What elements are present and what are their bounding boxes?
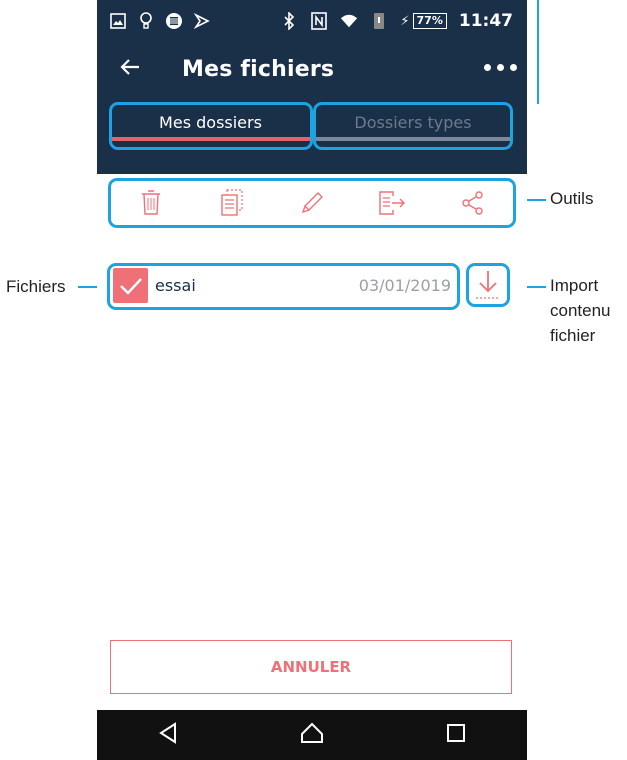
callout-line-tab2	[537, 0, 539, 104]
dot-icon	[497, 64, 504, 71]
highlight-tab2	[313, 102, 513, 150]
annotation-outils: Outils	[550, 189, 594, 208]
system-nav-bar	[97, 710, 527, 760]
sim-icon	[370, 10, 388, 32]
cast-icon	[193, 10, 211, 32]
annotation-import-line3: fichier	[550, 326, 596, 345]
square-recents-icon	[447, 724, 465, 742]
app-bar: Mes fichiers	[97, 46, 527, 98]
image-icon	[109, 10, 127, 32]
tab-bar: Mes dossiers Dossiers types	[97, 98, 527, 174]
annotation-import-line2: contenu	[550, 301, 611, 320]
annotation-fichiers: Fichiers	[6, 277, 66, 296]
highlight-file	[107, 263, 460, 310]
nfc-icon	[310, 10, 328, 32]
phone-screen: ⚡ 77% 11:47 Mes fichiers Mes dossiers Do…	[97, 0, 527, 760]
annotation-import-line1: Import	[550, 276, 599, 295]
charging-icon: ⚡	[400, 13, 410, 29]
highlight-tab1	[109, 102, 313, 150]
status-bar: ⚡ 77% 11:47	[97, 0, 527, 46]
battery-percent: 77%	[412, 13, 447, 29]
cancel-button[interactable]: ANNULER	[110, 640, 512, 694]
battery-indicator: ⚡ 77%	[400, 13, 447, 29]
dot-icon	[510, 64, 517, 71]
back-button[interactable]	[119, 56, 141, 84]
triangle-back-icon	[159, 722, 176, 744]
clock: 11:47	[458, 11, 513, 31]
lightbulb-icon	[137, 10, 155, 32]
nav-recents-button[interactable]	[446, 723, 466, 747]
wifi-icon	[340, 10, 358, 32]
home-icon	[301, 722, 323, 743]
arrow-left-icon	[120, 59, 139, 75]
nav-back-button[interactable]	[158, 722, 178, 748]
overflow-menu-button[interactable]	[484, 64, 517, 71]
dot-icon	[484, 64, 491, 71]
bluetooth-icon	[280, 10, 298, 32]
page-title: Mes fichiers	[182, 57, 335, 82]
app-circle-icon	[165, 10, 183, 32]
highlight-import	[466, 263, 510, 307]
nav-home-button[interactable]	[300, 722, 324, 748]
highlight-tools	[108, 178, 516, 228]
